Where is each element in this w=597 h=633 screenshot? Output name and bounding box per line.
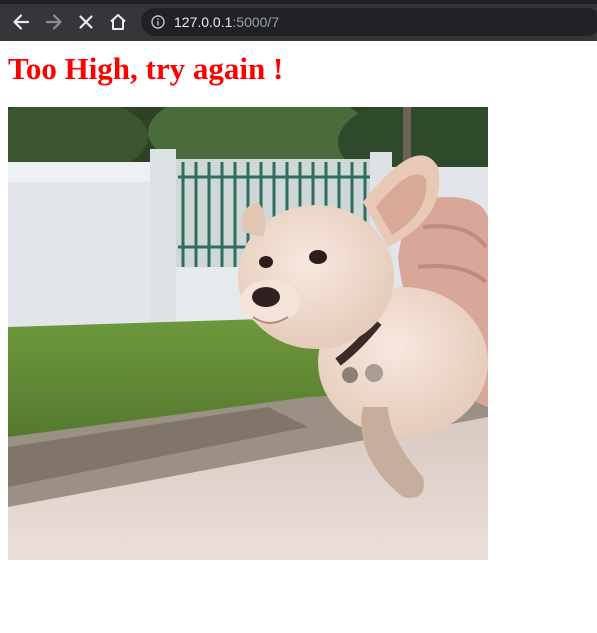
home-icon bbox=[110, 14, 126, 30]
forward-button[interactable] bbox=[42, 10, 66, 34]
back-arrow-icon bbox=[13, 14, 30, 30]
home-button[interactable] bbox=[106, 10, 130, 34]
puppy-image bbox=[8, 107, 488, 560]
address-bar[interactable]: 127.0.0.1:5000/7 bbox=[141, 8, 597, 36]
browser-toolbar: 127.0.0.1:5000/7 bbox=[0, 0, 597, 41]
tab-strip-edge bbox=[0, 0, 597, 4]
info-icon[interactable] bbox=[151, 15, 165, 29]
url-text[interactable]: 127.0.0.1:5000/7 bbox=[174, 14, 279, 30]
result-message: Too High, try again ! bbox=[8, 51, 284, 86]
back-button[interactable] bbox=[9, 10, 33, 34]
url-host: 127.0.0.1 bbox=[174, 14, 233, 30]
stop-button[interactable] bbox=[74, 10, 98, 34]
stop-loading-icon bbox=[79, 15, 93, 29]
forward-arrow-icon bbox=[45, 14, 62, 30]
url-path: :5000/7 bbox=[232, 14, 280, 30]
